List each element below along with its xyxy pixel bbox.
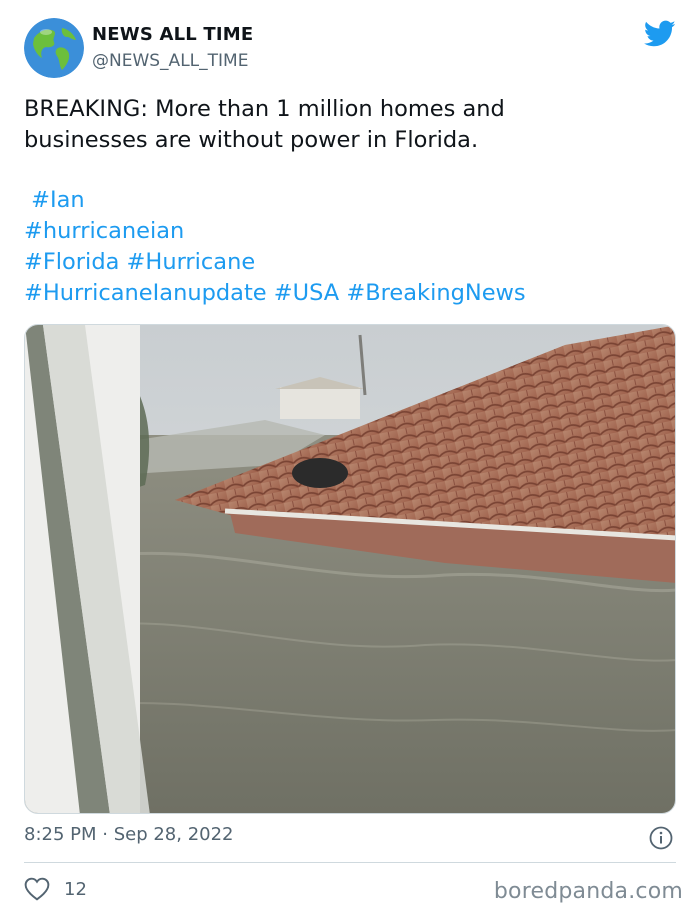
tweet-timestamp[interactable]: 8:25 PM · Sep 28, 2022 (24, 824, 234, 845)
hashtag-link[interactable]: #Ian (31, 187, 85, 213)
hashtag-link[interactable]: #hurricaneian (24, 218, 184, 244)
flooded-house-photo (25, 325, 675, 813)
tweet-text: BREAKING: More than 1 million homes and … (24, 94, 674, 156)
twitter-bird-icon[interactable] (643, 20, 676, 48)
avatar[interactable] (24, 18, 84, 78)
hashtag-link[interactable]: #HurricaneIanupdate (24, 280, 267, 306)
like-button[interactable]: 12 (24, 876, 87, 902)
account-handle[interactable]: @NEWS_ALL_TIME (92, 51, 248, 71)
like-count: 12 (64, 878, 87, 900)
watermark: boredpanda.com (493, 879, 683, 904)
tweet-photo[interactable] (24, 324, 676, 814)
divider (24, 862, 676, 863)
heart-icon (24, 877, 50, 901)
hashtag-block: #Ian #hurricaneian #Florida #Hurricane #… (24, 185, 674, 309)
globe-icon (24, 18, 84, 78)
hashtag-link[interactable]: #Florida (24, 249, 119, 275)
tweet-header: NEWS ALL TIME @NEWS_ALL_TIME (24, 18, 676, 80)
tweet-text-line: businesses are without power in Florida. (24, 127, 479, 153)
hashtag-link[interactable]: #Hurricane (127, 249, 256, 275)
account-name[interactable]: NEWS ALL TIME (92, 24, 253, 45)
info-icon[interactable] (649, 826, 673, 850)
tweet-text-line: BREAKING: More than 1 million homes and (24, 96, 505, 122)
hashtag-link[interactable]: #USA (274, 280, 339, 306)
hashtag-link[interactable]: #BreakingNews (346, 280, 525, 306)
